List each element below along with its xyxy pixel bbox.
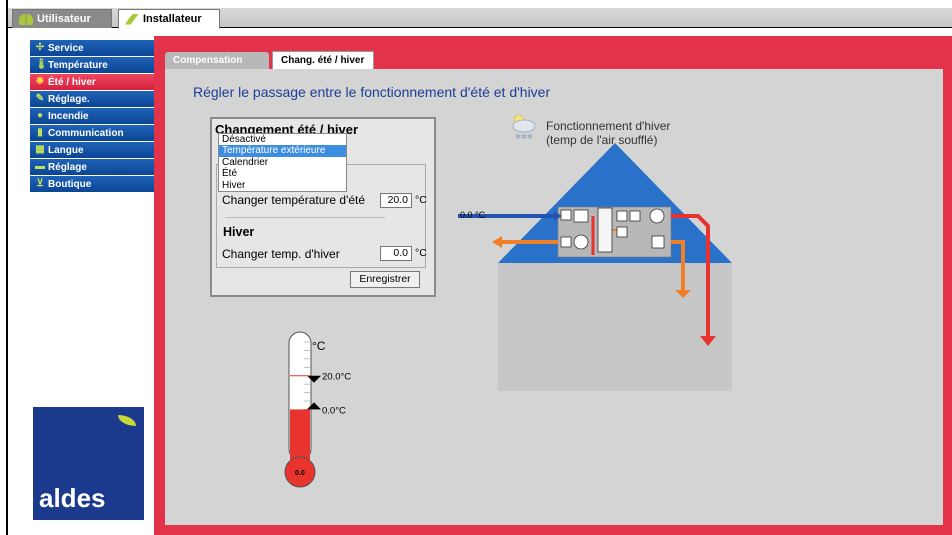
bypass-damper bbox=[616, 226, 628, 238]
leaf-icon bbox=[118, 415, 136, 426]
cart-icon: ⊻ bbox=[36, 178, 44, 189]
current-temp-label: 0.0 bbox=[295, 470, 305, 477]
winter-temp-input[interactable]: 0.0 bbox=[380, 246, 412, 261]
sidebar-item-label: Langue bbox=[48, 144, 84, 156]
tab-installateur[interactable]: Installateur bbox=[118, 9, 220, 29]
house-body bbox=[498, 263, 732, 391]
save-button[interactable]: Enregistrer bbox=[350, 271, 420, 288]
sidebar-item-label: Service bbox=[48, 42, 84, 54]
sidebar-item-label: Réglage. bbox=[48, 93, 90, 105]
sidebar-item-communication[interactable]: ▮ Communication bbox=[30, 125, 162, 141]
supply-fan bbox=[649, 208, 665, 224]
dropdown-option-selected[interactable]: Température extérieure bbox=[219, 145, 346, 157]
sidebar-item-label: Communication bbox=[48, 127, 124, 139]
aldes-logo: aldes bbox=[33, 407, 144, 520]
winter-temp-unit: °C bbox=[415, 247, 427, 259]
sidebar: ✢ Service 🌡︎ Température ✹ Été / hiver ✎… bbox=[30, 40, 162, 193]
exhaust-arrow bbox=[492, 236, 502, 248]
sidebar-item-label: Été / hiver bbox=[48, 76, 96, 88]
ventilation-diagram: 0.0 °C bbox=[458, 143, 732, 391]
outdoor-temp-label: 0.0 °C bbox=[460, 210, 486, 220]
sidebar-item-boutique[interactable]: ⊻ Boutique bbox=[30, 176, 162, 192]
fan-icon: ✢ bbox=[35, 42, 45, 53]
logo-text: aldes bbox=[39, 483, 106, 513]
summer-temp-input[interactable]: 20.0 bbox=[380, 193, 412, 208]
sidebar-item-langue[interactable]: ▦ Langue bbox=[30, 142, 162, 158]
tool-icon bbox=[125, 13, 139, 25]
winter-marker-label: 0.0°C bbox=[322, 405, 346, 416]
sidebar-item-temperature[interactable]: 🌡︎ Température bbox=[30, 57, 162, 73]
damper-component bbox=[573, 209, 589, 223]
users-icon bbox=[19, 13, 33, 25]
pen-icon: ✎ bbox=[35, 93, 45, 104]
sidebar-item-label: Température bbox=[48, 59, 108, 71]
top-tab-bar: Utilisateur Installateur bbox=[8, 8, 952, 29]
heat-exchanger bbox=[597, 207, 613, 253]
summer-temp-label: Changer température d'été bbox=[222, 193, 366, 207]
folder-icon: ▬ bbox=[35, 161, 45, 172]
thermometer-icon: 🌡︎ bbox=[35, 59, 48, 70]
heater-component bbox=[629, 210, 641, 222]
cloud-snow-icon: ✻✻✻ bbox=[512, 114, 536, 141]
thermometer-unit-label: °C bbox=[312, 339, 326, 353]
thermometer-gauge: 0.0 °C 20.0°C 0.0°C bbox=[284, 331, 351, 488]
sidebar-item-label: Réglage bbox=[48, 161, 87, 173]
winter-temp-label: Changer temp. d'hiver bbox=[222, 247, 340, 261]
dropdown-option[interactable]: Désactivé bbox=[219, 134, 346, 145]
sidebar-item-label: Incendie bbox=[48, 110, 89, 122]
extract-filter bbox=[651, 235, 665, 249]
filter-component bbox=[560, 209, 572, 221]
page-title: Régler le passage entre le fonctionnemen… bbox=[193, 84, 551, 100]
tab-utilisateur-label: Utilisateur bbox=[37, 13, 91, 25]
preheater-component bbox=[616, 210, 628, 222]
tab-installateur-label: Installateur bbox=[143, 13, 202, 25]
sidebar-item-reglage[interactable]: ▬ Réglage bbox=[30, 159, 162, 175]
tab-chang-ete-hiver[interactable]: Chang. été / hiver bbox=[272, 51, 374, 69]
dropdown-option[interactable]: Hiver bbox=[219, 180, 346, 191]
sun-icon: ✹ bbox=[35, 76, 45, 87]
mode-dropdown-list[interactable]: Désactivé Température extérieure Calendr… bbox=[218, 133, 347, 192]
sidebar-item-service[interactable]: ✢ Service bbox=[30, 40, 162, 56]
winter-section-title: Hiver bbox=[223, 225, 255, 239]
exhaust-fan bbox=[573, 234, 589, 250]
sidebar-item-incendie[interactable]: ● Incendie bbox=[30, 108, 162, 124]
summer-marker-label: 20.0°C bbox=[322, 372, 351, 383]
dropdown-option[interactable]: Calendrier bbox=[219, 157, 346, 168]
fire-icon: ● bbox=[36, 110, 44, 121]
exhaust-filter bbox=[560, 236, 572, 248]
dropdown-option[interactable]: Été bbox=[219, 168, 346, 179]
summer-temp-unit: °C bbox=[415, 194, 427, 206]
divider bbox=[225, 217, 385, 218]
tab-utilisateur[interactable]: Utilisateur bbox=[12, 9, 112, 28]
application-window: Utilisateur Installateur ✢ Service 🌡︎ Te… bbox=[6, 0, 952, 535]
sidebar-item-ete-hiver[interactable]: ✹ Été / hiver bbox=[30, 74, 162, 90]
flag-icon: ▦ bbox=[35, 144, 45, 155]
plug-icon: ▮ bbox=[37, 127, 43, 138]
sidebar-item-reglage-dot[interactable]: ✎ Réglage. bbox=[30, 91, 162, 107]
tab-compensation[interactable]: Compensation bbox=[165, 52, 269, 69]
sidebar-item-label: Boutique bbox=[48, 178, 92, 190]
